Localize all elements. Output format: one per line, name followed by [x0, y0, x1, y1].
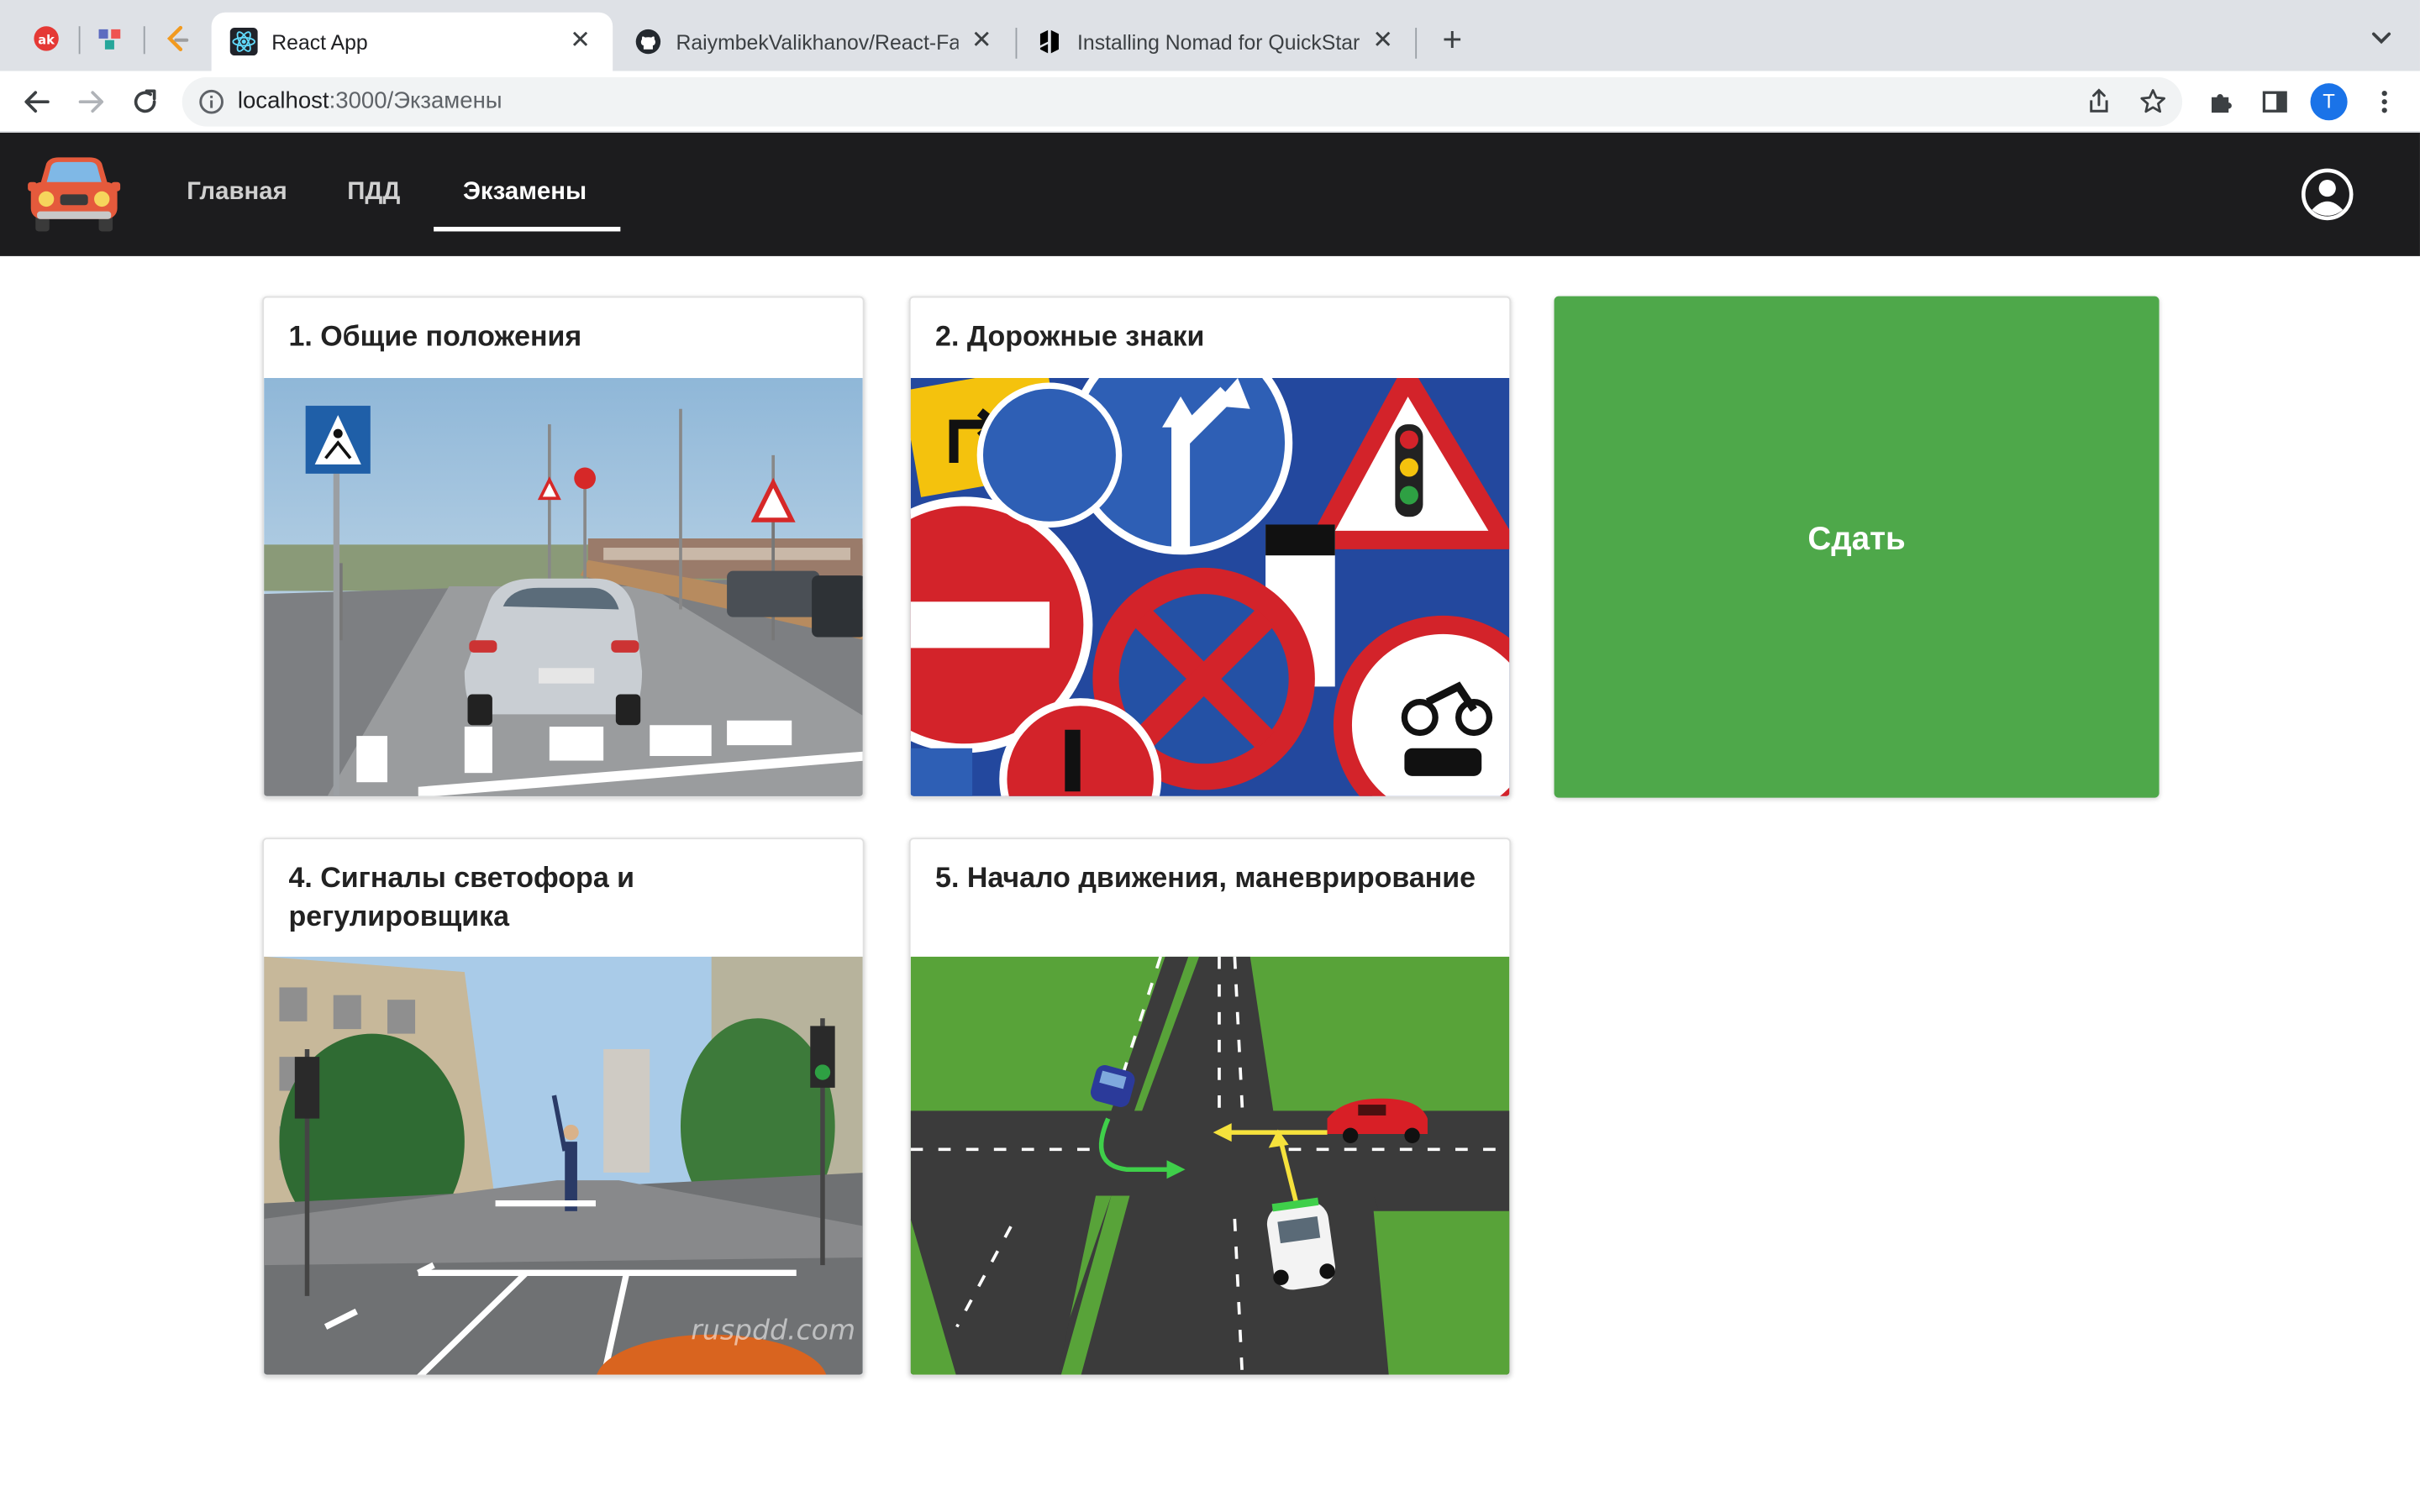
browser-toolbar: localhost:3000/Экзамены	[0, 71, 2420, 133]
exam-card-5[interactable]: 5. Начало движения, маневрирование	[908, 837, 1512, 1377]
exam-card-2[interactable]: 2. Дорожные знаки	[908, 296, 1512, 798]
side-panel-icon	[2262, 91, 2287, 113]
puzzle-icon	[2211, 94, 2232, 113]
back-button[interactable]	[17, 81, 57, 122]
exam-card-title: 5. Начало движения, маневрирование	[935, 860, 1476, 894]
submit-label: Сдать	[1807, 520, 1906, 557]
pinned-red-icon: ak	[34, 26, 59, 51]
driving-school-road-image	[264, 377, 863, 796]
pinned-tab-1[interactable]: ak	[24, 15, 70, 61]
exam-card-title: 2. Дорожные знаки	[935, 319, 1205, 352]
intersection-diagram-image	[910, 956, 1510, 1375]
close-icon[interactable]: ✕	[566, 28, 594, 55]
reload-button[interactable]	[125, 81, 166, 122]
app-navbar: Главная ПДД Экзамены	[0, 132, 2420, 256]
close-icon[interactable]: ✕	[968, 28, 996, 55]
url-text: localhost:3000/Экзамены	[238, 88, 502, 114]
watermark: ruspdd.com	[691, 1313, 855, 1346]
account-circle-icon[interactable]	[2301, 168, 2354, 221]
exam-card-4[interactable]: 4. Сигналы светофора и регулировщика rus…	[262, 837, 865, 1377]
react-icon	[229, 28, 258, 56]
hashicorp-icon	[1035, 28, 1063, 55]
car-logo-icon[interactable]	[28, 155, 121, 235]
pinned-tab-3[interactable]	[155, 15, 201, 61]
url-path: :3000/Экзамены	[329, 87, 502, 114]
tab-title: RaiymbekValikhanov/React-Fal	[676, 29, 959, 54]
tab-title: Installing Nomad for QuickStar	[1077, 29, 1360, 54]
pinned-tab-2[interactable]	[88, 15, 134, 61]
tab-github[interactable]: RaiymbekValikhanov/React-Fal ✕	[616, 13, 1014, 71]
more-vert-icon	[2381, 90, 2387, 113]
new-tab-button[interactable]: +	[1432, 21, 1472, 62]
address-bar[interactable]: localhost:3000/Экзамены	[182, 76, 2183, 127]
arrow-left-icon	[24, 91, 50, 113]
exam-card-title: 1. Общие положения	[288, 319, 582, 352]
share-icon[interactable]	[2084, 87, 2115, 118]
tab-react-app[interactable]: React App ✕	[211, 12, 613, 71]
traffic-controller-street-image: ruspdd.com	[264, 956, 863, 1375]
submit-exam-button[interactable]: Сдать	[1554, 296, 2160, 798]
svg-text:ak: ak	[38, 33, 55, 47]
browser-menu-button[interactable]	[2366, 83, 2403, 120]
nav-link-exams[interactable]: Экзамены	[463, 179, 587, 207]
nav-link-home[interactable]: Главная	[187, 179, 287, 207]
nav-link-rules[interactable]: ПДД	[347, 179, 400, 207]
road-signs-image	[910, 377, 1510, 796]
chevron-down-icon[interactable]	[2365, 22, 2398, 55]
profile-avatar[interactable]: T	[2310, 83, 2348, 121]
reload-icon	[134, 89, 156, 113]
pinned-leetcode-icon	[166, 25, 189, 51]
github-icon	[634, 28, 662, 55]
url-host: localhost	[237, 87, 329, 114]
active-tab-indicator	[434, 226, 621, 232]
forward-button[interactable]	[71, 81, 111, 122]
info-icon[interactable]	[197, 88, 225, 116]
browser-window: ak React App ✕ RaiymbekValikhanov/React-…	[0, 0, 2420, 1512]
arrow-right-icon	[78, 91, 104, 113]
tab-bar: ak React App ✕ RaiymbekValikhanov/React-…	[0, 0, 2420, 71]
close-icon[interactable]: ✕	[1369, 28, 1397, 55]
extensions-button[interactable]	[2202, 83, 2239, 120]
side-panel-button[interactable]	[2256, 83, 2293, 120]
star-icon[interactable]	[2138, 87, 2169, 118]
exam-card-title: 4. Сигналы светофора и регулировщика	[288, 860, 635, 932]
tab-title: React App	[271, 29, 368, 54]
exam-card-1[interactable]: 1. Общие положения	[262, 296, 865, 798]
pinned-dots-icon	[98, 29, 121, 50]
tab-nomad[interactable]: Installing Nomad for QuickStar ✕	[1017, 13, 1415, 71]
